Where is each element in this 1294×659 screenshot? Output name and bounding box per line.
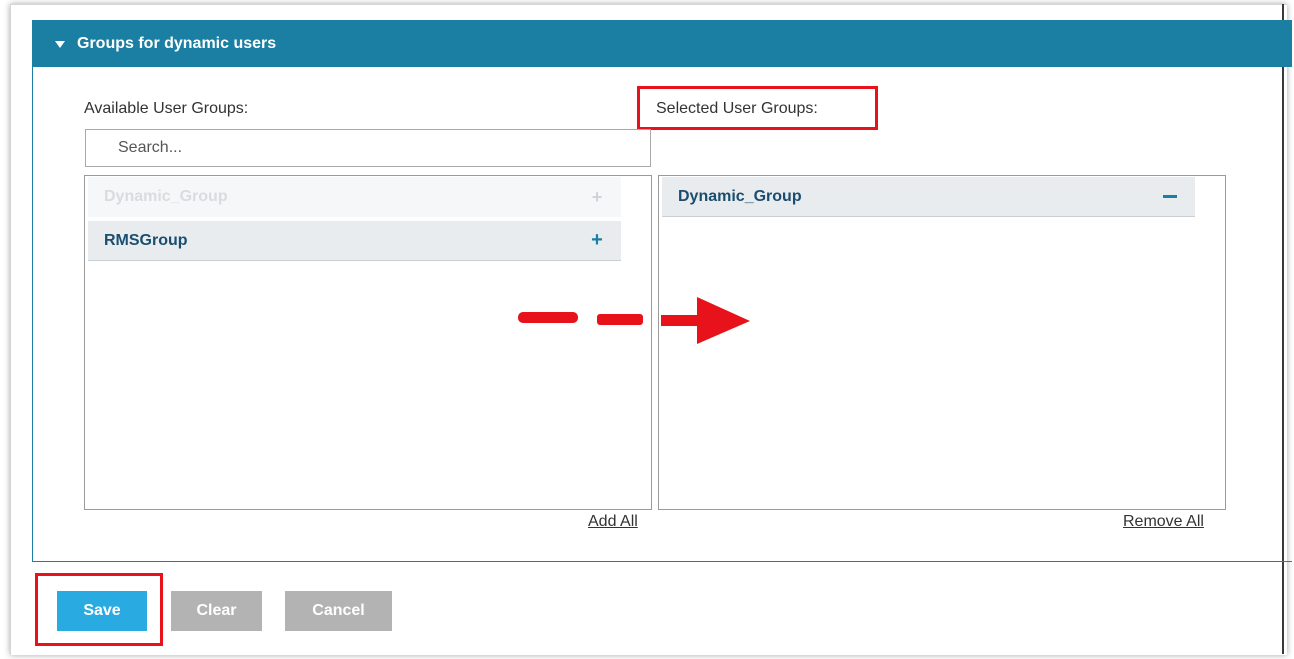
add-all-link[interactable]: Add All [588, 513, 638, 531]
clear-button[interactable]: Clear [171, 591, 262, 631]
annotation-arrow-icon [518, 297, 750, 344]
remove-icon[interactable] [1163, 195, 1177, 198]
add-icon[interactable]: + [587, 229, 607, 252]
panel-header[interactable]: Groups for dynamic users [33, 21, 1292, 67]
list-item-label: Dynamic_Group [104, 188, 228, 205]
available-item-dynamic-group: Dynamic_Group + [88, 177, 621, 217]
remove-all-link[interactable]: Remove All [1123, 513, 1204, 531]
save-button[interactable]: Save [57, 591, 147, 631]
add-icon: + [591, 186, 603, 207]
search-input[interactable] [85, 129, 651, 167]
selected-item-dynamic-group[interactable]: Dynamic_Group [662, 177, 1195, 217]
list-item-label: RMSGroup [104, 231, 188, 249]
cancel-button[interactable]: Cancel [285, 591, 392, 631]
collapse-caret-icon[interactable] [55, 40, 65, 48]
available-groups-label: Available User Groups: [84, 100, 249, 117]
annotation-highlight-selected-label [637, 86, 878, 130]
panel-title: Groups for dynamic users [77, 35, 277, 52]
available-item-rmsgroup[interactable]: RMSGroup + [88, 221, 621, 261]
list-item-label: Dynamic_Group [678, 187, 802, 205]
